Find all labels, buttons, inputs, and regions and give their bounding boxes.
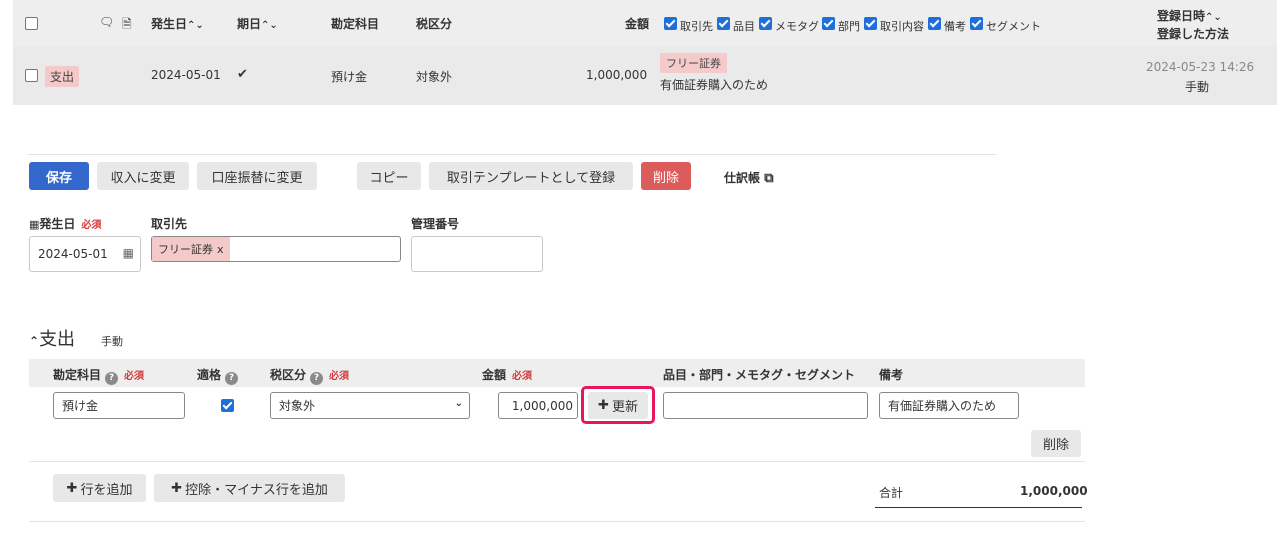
partner-chip-label: フリー証券: [158, 243, 213, 256]
filter-checkbox[interactable]: [822, 17, 835, 30]
management-number-input[interactable]: [411, 236, 543, 272]
filter-label: メモタグ: [775, 20, 819, 33]
partner-tag: フリー証券: [660, 53, 727, 73]
sort-chevron-icon[interactable]: ⌃⌄: [261, 20, 278, 31]
divider: [29, 461, 1085, 462]
col-notes: 備考: [879, 368, 904, 382]
col-items: 品目・部門・メモタグ・セグメント: [663, 368, 856, 382]
collapse-chevron-icon[interactable]: ⌃: [29, 334, 39, 348]
plus-icon: ✚: [171, 480, 183, 496]
row-date: 2024-05-01: [151, 68, 221, 82]
items-input[interactable]: [663, 392, 868, 419]
plus-icon: ✚: [598, 398, 609, 413]
change-to-income-button[interactable]: 収入に変更: [97, 162, 189, 190]
row-delete-button[interactable]: 削除: [1031, 430, 1081, 457]
col-amount: 金額 必須: [482, 368, 533, 382]
account-input[interactable]: 預け金: [53, 392, 185, 419]
row-tax: 対象外: [416, 70, 453, 84]
row-amount: 1,000,000: [586, 68, 648, 82]
update-button[interactable]: ✚ 更新: [588, 392, 648, 419]
filter-checkbox[interactable]: [759, 17, 772, 30]
save-button[interactable]: 保存: [29, 162, 89, 190]
col-tax: 税区分? 必須: [270, 368, 350, 385]
total-value: 1,000,000: [1020, 484, 1088, 498]
filter-checkbox[interactable]: [864, 17, 877, 30]
divider: [29, 521, 1085, 522]
header-amount: 金額: [625, 17, 650, 31]
partner-input[interactable]: フリー証券 x: [151, 236, 401, 262]
filter-label: 品目: [733, 20, 755, 33]
divider: [28, 154, 996, 155]
partner-label: 取引先: [151, 217, 188, 231]
chip-remove-icon[interactable]: x: [217, 243, 224, 256]
lines-header: [29, 359, 1085, 387]
dropdown-chevron-icon: ⌄: [454, 398, 463, 409]
document-icon: 🗎: [122, 17, 132, 31]
row-description: 有価証券購入のため: [660, 78, 769, 92]
filter-checkbox[interactable]: [664, 17, 677, 30]
journal-link[interactable]: 仕訳帳 ⧉: [724, 169, 774, 186]
header-registered-at[interactable]: 登録日時⌃⌄: [1157, 7, 1222, 24]
amount-input[interactable]: 1,000,000: [498, 392, 578, 419]
col-account: 勘定科目? 必須: [53, 368, 145, 385]
filter-label: 取引先: [680, 20, 713, 33]
sort-chevron-icon[interactable]: ⌃⌄: [187, 20, 204, 31]
tax-select[interactable]: 対象外 ⌄: [270, 392, 470, 419]
col-qualified: 適格?: [197, 366, 239, 385]
due-check-icon: ✔: [237, 67, 248, 82]
header-tax: 税区分: [416, 17, 453, 31]
add-row-button[interactable]: ✚ 行を追加: [53, 474, 146, 502]
partner-chip: フリー証券 x: [152, 237, 230, 261]
date-value: 2024-05-01: [38, 247, 108, 261]
sort-chevron-icon[interactable]: ⌃⌄: [1205, 12, 1222, 23]
management-number-label: 管理番号: [411, 217, 460, 231]
date-input[interactable]: 2024-05-01 ▦: [29, 236, 141, 272]
filter-checkbox[interactable]: [970, 17, 983, 30]
date-label: ▦発生日 必須: [29, 217, 102, 231]
filter-label: 取引内容: [880, 20, 924, 33]
filter-label: セグメント: [986, 20, 1041, 33]
header-registered-method: 登録した方法: [1157, 27, 1230, 41]
section-subtitle: 手動: [101, 335, 123, 348]
total-label: 合計: [879, 486, 904, 500]
copy-button[interactable]: コピー: [357, 162, 421, 190]
external-link-icon: ⧉: [764, 171, 774, 186]
select-all-checkbox[interactable]: [25, 17, 38, 30]
notes-input[interactable]: 有価証券購入のため: [879, 392, 1019, 419]
type-badge: 支出: [45, 66, 80, 87]
comment-icon: 🗨: [99, 15, 115, 29]
filter-label: 部門: [838, 20, 860, 33]
row-account: 預け金: [331, 70, 368, 84]
add-minus-row-button[interactable]: ✚ 控除・マイナス行を追加: [154, 474, 345, 502]
help-icon[interactable]: ?: [225, 372, 239, 385]
filter-checkbox[interactable]: [717, 17, 730, 30]
row-registered-at: 2024-05-23 14:26: [1146, 60, 1255, 74]
total-underline: [875, 507, 1082, 508]
filter-label: 備考: [944, 20, 966, 33]
plus-icon: ✚: [66, 480, 78, 496]
filter-checkbox[interactable]: [928, 17, 941, 30]
delete-button[interactable]: 削除: [641, 162, 691, 190]
qualified-checkbox[interactable]: [221, 399, 234, 412]
header-due[interactable]: 期日⌃⌄: [237, 15, 278, 32]
row-checkbox[interactable]: [25, 69, 38, 82]
help-icon[interactable]: ?: [310, 372, 324, 385]
calendar-icon[interactable]: ▦: [123, 246, 134, 260]
row-registered-method: 手動: [1185, 80, 1210, 94]
header-account: 勘定科目: [331, 17, 380, 31]
register-template-button[interactable]: 取引テンプレートとして登録: [429, 162, 633, 190]
help-icon[interactable]: ?: [105, 372, 119, 385]
header-date[interactable]: 発生日⌃⌄: [151, 15, 204, 32]
change-to-transfer-button[interactable]: 口座振替に変更: [197, 162, 317, 190]
section-title[interactable]: ⌃支出: [29, 325, 75, 351]
calendar-icon: ▦: [29, 218, 40, 231]
